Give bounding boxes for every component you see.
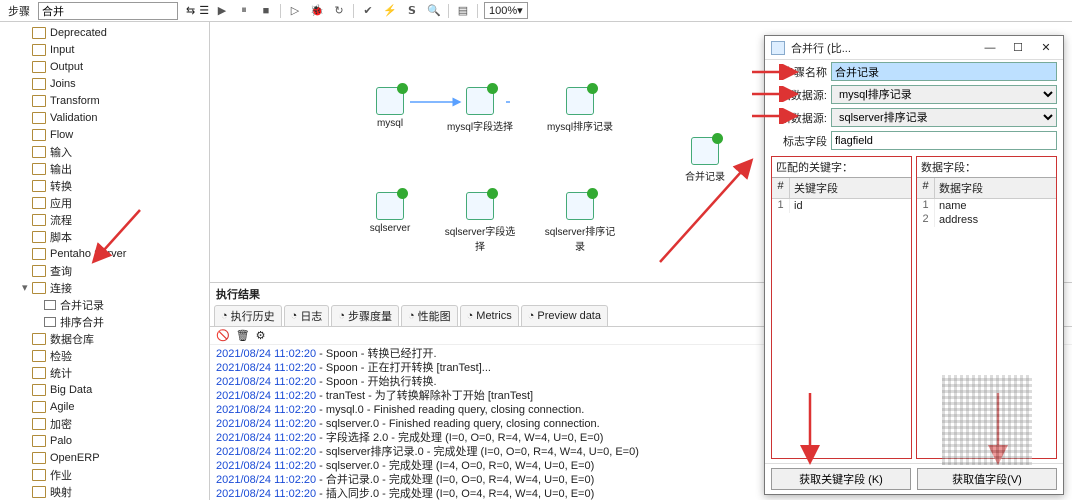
flag-field-label: 标志字段 <box>771 133 827 149</box>
zoom-select[interactable]: 100% ▾ <box>484 2 528 19</box>
tree-item[interactable]: Joins <box>0 75 209 92</box>
tree-item[interactable]: Palo <box>0 432 209 449</box>
tree-item[interactable]: ▾连接 <box>0 279 209 296</box>
sql-icon[interactable]: 𝗦 <box>404 3 420 19</box>
canvas-node[interactable]: sqlserver <box>350 192 430 234</box>
results-tab[interactable]: ◔日志 <box>284 305 330 326</box>
table-row[interactable]: 1name <box>917 199 1056 213</box>
qr-watermark <box>942 375 1032 465</box>
tree-item[interactable]: Agile <box>0 398 209 415</box>
dialog-icon <box>771 41 785 55</box>
tree-item[interactable]: OpenERP <box>0 449 209 466</box>
step-name-input[interactable] <box>831 62 1057 81</box>
pause-icon[interactable]: ⏸ <box>236 3 252 19</box>
canvas-node[interactable]: 合并记录 <box>665 137 745 183</box>
canvas-node[interactable]: mysql <box>350 87 430 129</box>
tree-item[interactable]: 数据仓库 <box>0 330 209 347</box>
canvas-node[interactable]: sqlserver字段选择 <box>440 192 520 253</box>
tree-item[interactable]: 映射 <box>0 483 209 500</box>
results-tab[interactable]: ◔Metrics <box>460 305 519 326</box>
results-tab[interactable]: ◔Preview data <box>521 305 608 326</box>
steps-tree[interactable]: DeprecatedInputOutputJoinsTransformValid… <box>0 22 210 500</box>
tree-item[interactable]: 排序合并 <box>0 313 209 330</box>
tree-item[interactable]: Transform <box>0 92 209 109</box>
tree-item[interactable]: Output <box>0 58 209 75</box>
run-icon[interactable]: ▶ <box>214 3 230 19</box>
tree-item[interactable]: 查询 <box>0 262 209 279</box>
delete-icon[interactable]: 🗑 <box>236 329 250 342</box>
minimize-button[interactable]: — <box>979 42 1001 54</box>
replay-icon[interactable]: ↻ <box>331 3 347 19</box>
table-row[interactable]: 1id <box>772 199 911 213</box>
tree-item[interactable]: 输出 <box>0 160 209 177</box>
canvas-toolbar: ▶ ⏸ ■ ▷ 🐞 ↻ ✔ ⚡ 𝗦 🔍 ▤ 100% ▾ <box>210 0 1072 22</box>
get-key-fields-button[interactable]: 获取关键字段 (K) <box>771 468 911 490</box>
step-name-label: 步骤名称 <box>771 64 827 80</box>
debug-icon[interactable]: 🐞 <box>309 3 325 19</box>
results-tab[interactable]: ◔性能图 <box>401 305 458 326</box>
tree-item[interactable]: Deprecated <box>0 24 209 41</box>
tree-item[interactable]: Pentaho Server <box>0 245 209 262</box>
table-row[interactable]: 2address <box>917 213 1056 227</box>
canvas-node[interactable]: mysql字段选择 <box>440 87 520 133</box>
tree-item[interactable]: 统计 <box>0 364 209 381</box>
tree-item[interactable]: 流程 <box>0 211 209 228</box>
tree-item[interactable]: 检验 <box>0 347 209 364</box>
key-fields-table[interactable]: 匹配的关键字： #关键字段 1id <box>771 156 912 459</box>
explore-icon[interactable]: 🔍 <box>426 3 442 19</box>
new-source-select[interactable]: sqlserver排序记录 <box>831 108 1057 127</box>
canvas-node[interactable]: mysql排序记录 <box>540 87 620 133</box>
tree-item[interactable]: 加密 <box>0 415 209 432</box>
dialog-title: 合并行 (比... <box>791 40 851 56</box>
results-tab[interactable]: ◔执行历史 <box>214 305 282 326</box>
close-button[interactable]: ✕ <box>1035 41 1057 54</box>
tree-toggle-icon[interactable]: ⇆ <box>186 4 195 17</box>
new-source-label: 新数据源: <box>771 110 827 126</box>
tree-item[interactable]: Input <box>0 41 209 58</box>
old-source-select[interactable]: mysql排序记录 <box>831 85 1057 104</box>
tree-item[interactable]: 输入 <box>0 143 209 160</box>
maximize-button[interactable]: ☐ <box>1007 41 1029 54</box>
get-value-fields-button[interactable]: 获取值字段(V) <box>917 468 1057 490</box>
tree-item[interactable]: Flow <box>0 126 209 143</box>
tree-item[interactable]: Validation <box>0 109 209 126</box>
tree-item[interactable]: 作业 <box>0 466 209 483</box>
flag-field-input[interactable] <box>831 131 1057 150</box>
old-source-label: 旧数据源: <box>771 87 827 103</box>
tree-item[interactable]: 应用 <box>0 194 209 211</box>
tree-item[interactable]: 转换 <box>0 177 209 194</box>
impact-icon[interactable]: ⚡ <box>382 3 398 19</box>
tree-item[interactable]: Big Data <box>0 381 209 398</box>
steps-label: 步骤 <box>4 3 34 19</box>
data-table-title: 数据字段： <box>917 157 1056 178</box>
preview-icon[interactable]: ▷ <box>287 3 303 19</box>
tree-item[interactable]: 合并记录 <box>0 296 209 313</box>
settings-icon[interactable]: ⚙ <box>256 329 266 342</box>
clear-log-icon[interactable]: 🚫 <box>216 329 230 342</box>
canvas-node[interactable]: sqlserver排序记录 <box>540 192 620 253</box>
show-results-icon[interactable]: ▤ <box>455 3 471 19</box>
results-tab[interactable]: ◔步骤度量 <box>331 305 399 326</box>
expand-icon[interactable]: ☰ <box>199 4 209 17</box>
verify-icon[interactable]: ✔ <box>360 3 376 19</box>
key-table-title: 匹配的关键字： <box>772 157 911 178</box>
stop-icon[interactable]: ■ <box>258 3 274 19</box>
tree-item[interactable]: 脚本 <box>0 228 209 245</box>
step-search-input[interactable] <box>38 2 178 20</box>
